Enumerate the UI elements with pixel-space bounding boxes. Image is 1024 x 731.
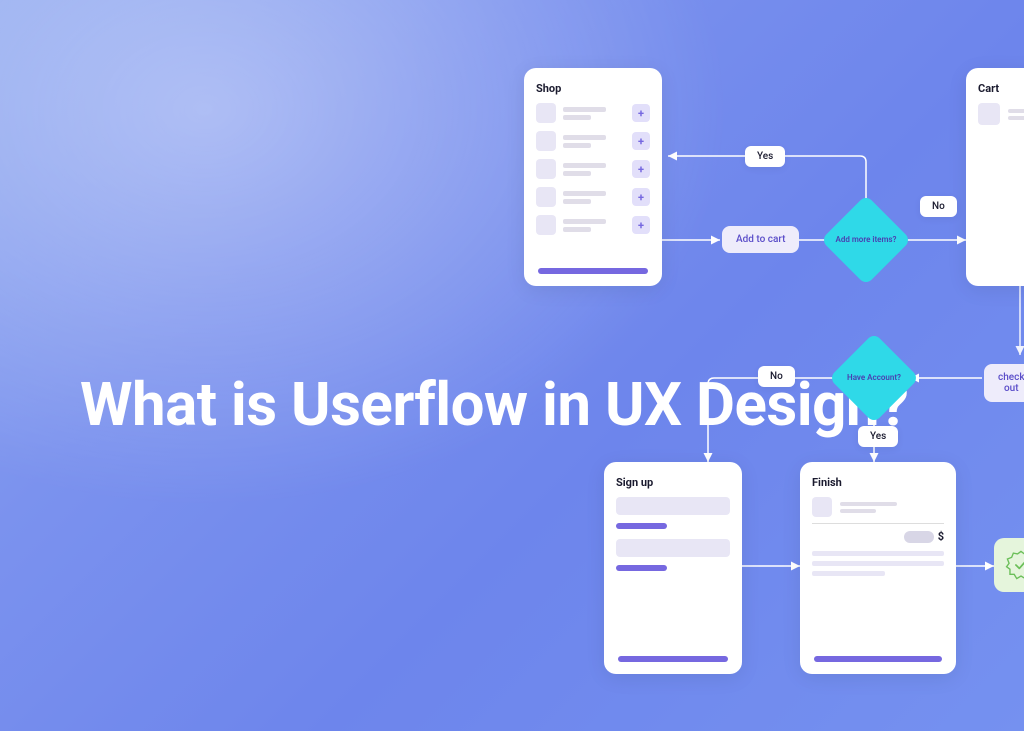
success-badge	[994, 538, 1024, 592]
cart-screen-card: Cart	[966, 68, 1024, 286]
add-more-decision: Add more items?	[834, 208, 898, 272]
signup-screen-card: Sign up	[604, 462, 742, 674]
cart-title: Cart	[978, 82, 1024, 95]
plus-icon: +	[632, 216, 650, 234]
list-item: +	[536, 159, 650, 179]
finish-title: Finish	[812, 476, 944, 489]
shop-title: Shop	[536, 82, 650, 95]
bottom-bar	[618, 656, 728, 662]
finish-screen-card: Finish $	[800, 462, 956, 674]
yes-label-top: Yes	[745, 146, 785, 167]
bottom-bar	[814, 656, 942, 662]
signup-title: Sign up	[616, 476, 730, 489]
list-item: +	[536, 103, 650, 123]
checkout-node: check out	[984, 364, 1024, 402]
shop-screen-card: Shop + + + + +	[524, 68, 662, 286]
plus-icon: +	[632, 188, 650, 206]
no-label-mid: No	[758, 366, 795, 387]
list-item: +	[536, 215, 650, 235]
currency-label: $	[938, 530, 944, 543]
plus-icon: +	[632, 132, 650, 150]
add-to-cart-node: Add to cart	[722, 226, 799, 253]
checkmark-seal-icon	[1004, 548, 1024, 582]
plus-icon: +	[632, 160, 650, 178]
list-item: +	[536, 187, 650, 207]
bottom-bar	[538, 268, 648, 274]
no-label-top: No	[920, 196, 957, 217]
plus-icon: +	[632, 104, 650, 122]
yes-label-mid: Yes	[858, 426, 898, 447]
have-account-decision: Have Account?	[842, 346, 906, 410]
list-item: +	[536, 131, 650, 151]
